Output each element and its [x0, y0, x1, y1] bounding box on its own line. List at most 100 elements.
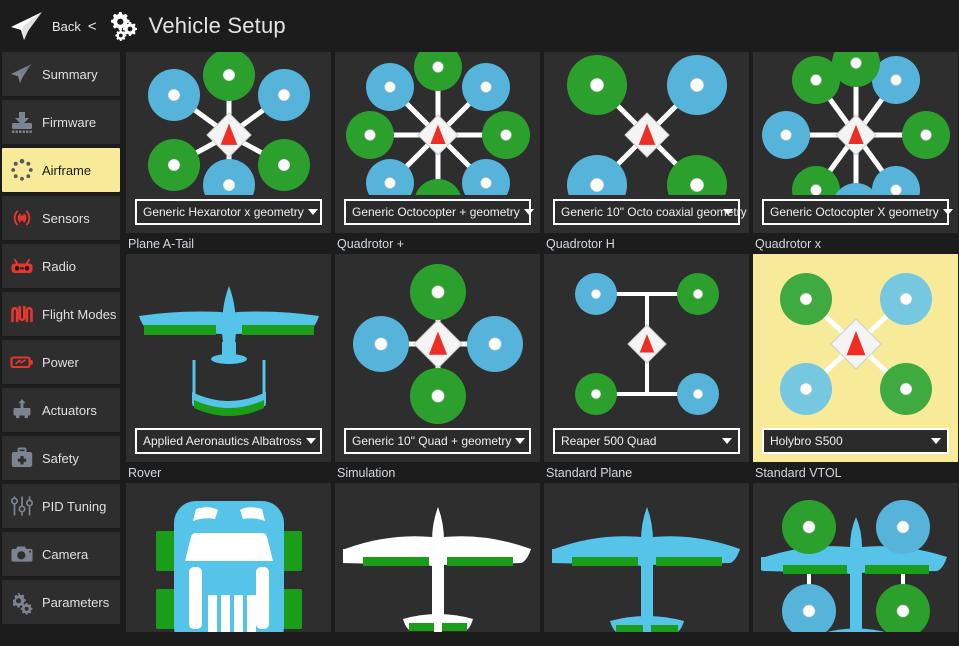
airframe-card[interactable]: Generic Octocopter + geometry	[335, 52, 540, 233]
airframe-select-value: Holybro S500	[770, 434, 927, 448]
sidebar-item-parameters[interactable]: Parameters	[2, 580, 120, 624]
airframe-group-title: Quadrotor x	[753, 233, 958, 254]
sidebar-item-sensors[interactable]: Sensors	[2, 196, 120, 240]
airframe-group-title: Plane A-Tail	[126, 233, 331, 254]
back-button-label[interactable]: Back	[52, 19, 81, 34]
top-toolbar: Back < Vehicle Setup	[0, 0, 959, 52]
sidebar-item-actuators[interactable]: Actuators	[2, 388, 120, 432]
airframe-card[interactable]: Generic 10" Quad + geometry	[335, 254, 540, 462]
camera-icon	[9, 541, 35, 567]
airframe-group-title: Standard VTOL	[753, 462, 958, 483]
sidebar-item-label: Safety	[42, 451, 79, 466]
airframe-cell: Quadrotor + Generic 10" Quad + geometry	[335, 233, 540, 462]
airframe-illustration	[341, 52, 534, 199]
back-chevron-icon[interactable]: <	[88, 18, 97, 35]
sidebar-item-label: Camera	[42, 547, 88, 562]
airframe-grid: Generic Hexarotor x geometry Generic Oct…	[126, 52, 959, 646]
airframe-cell: Generic Octocopter + geometry	[335, 52, 540, 233]
airframe-select[interactable]: Generic Octocopter + geometry	[344, 199, 531, 225]
chevron-down-icon[interactable]	[515, 438, 525, 444]
airframe-illustration	[759, 52, 952, 199]
chevron-down-icon[interactable]	[722, 438, 732, 444]
airframe-select-value: Generic Octocopter X geometry	[770, 205, 939, 219]
airframe-grid-panel: Generic Hexarotor x geometry Generic Oct…	[124, 52, 959, 646]
sidebar-item-power[interactable]: Power	[2, 340, 120, 384]
airframe-cell: Quadrotor x Holybro S500	[753, 233, 958, 462]
sidebar-item-label: Sensors	[42, 211, 90, 226]
airframe-select-value: Applied Aeronautics Albatross	[143, 434, 302, 448]
airframe-cell: Plane A-Tail Applied Aeronautics Albatro…	[126, 233, 331, 462]
airframe-select-value: Reaper 500 Quad	[561, 434, 718, 448]
airframe-select[interactable]: Generic 10" Quad + geometry	[344, 428, 531, 454]
airframe-cell: Generic Octocopter X geometry	[753, 52, 958, 233]
sidebar-item-summary[interactable]: Summary	[2, 52, 120, 96]
airframe-card[interactable]: HIL Standard VTOL QuadPlane	[753, 483, 958, 646]
paper-plane-icon	[9, 61, 35, 87]
sidebar-item-label: PID Tuning	[42, 499, 106, 514]
chevron-down-icon[interactable]	[524, 209, 534, 215]
airframe-select[interactable]: Holybro S500	[762, 428, 949, 454]
gears-icon	[107, 9, 141, 43]
airframe-card[interactable]: Generic 10" Octo coaxial geometry	[544, 52, 749, 233]
page-title: Vehicle Setup	[149, 13, 286, 39]
sliders-icon	[9, 493, 35, 519]
sidebar-item-safety[interactable]: Safety	[2, 436, 120, 480]
airframe-cell: Generic 10" Octo coaxial geometry	[544, 52, 749, 233]
airframe-illustration	[132, 260, 325, 428]
airframe-select[interactable]: Reaper 500 Quad	[553, 428, 740, 454]
airframe-select-value: Generic 10" Quad + geometry	[352, 434, 511, 448]
signal-icon	[9, 205, 35, 231]
airframe-select[interactable]: Generic 10" Octo coaxial geometry	[553, 199, 740, 225]
airframe-card[interactable]: Generic Hexarotor x geometry	[126, 52, 331, 233]
airframe-card[interactable]: Reaper 500 Quad	[544, 254, 749, 462]
sidebar-item-firmware[interactable]: Firmware	[2, 100, 120, 144]
airframe-icon	[9, 157, 35, 183]
sidebar-item-pid-tuning[interactable]: PID Tuning	[2, 484, 120, 528]
chevron-down-icon[interactable]	[931, 438, 941, 444]
airframe-select-value: Generic 10" Octo coaxial geometry	[561, 205, 747, 219]
airframe-card[interactable]: Generic Standard Plane	[544, 483, 749, 646]
airframe-card[interactable]: Applied Aeronautics Albatross	[126, 254, 331, 462]
chevron-down-icon[interactable]	[306, 438, 316, 444]
sidebar-item-label: Firmware	[42, 115, 96, 130]
airframe-cell: Quadrotor H Reaper 500 Quad	[544, 233, 749, 462]
airframe-card[interactable]: Generic Ground Vehicle (Ackermann)	[126, 483, 331, 646]
airframe-group-title: Simulation	[335, 462, 540, 483]
airframe-cell: Simulation HIL Quadcopter X	[335, 462, 540, 646]
sidebar-item-airframe[interactable]: Airframe	[2, 148, 120, 192]
airframe-group-title: Quadrotor H	[544, 233, 749, 254]
sidebar-item-camera[interactable]: Camera	[2, 532, 120, 576]
airframe-illustration	[341, 489, 534, 646]
airframe-cell: Standard VTOL HIL Standard VTOL QuadPlan…	[753, 462, 958, 646]
sidebar-item-label: Parameters	[42, 595, 109, 610]
airframe-illustration	[132, 489, 325, 646]
sidebar-item-label: Power	[42, 355, 79, 370]
airframe-card[interactable]: Holybro S500	[753, 254, 958, 462]
airframe-select[interactable]: Applied Aeronautics Albatross	[135, 428, 322, 454]
chevron-down-icon[interactable]	[943, 209, 953, 215]
radio-icon	[9, 253, 35, 279]
gears-icon	[9, 589, 35, 615]
airframe-group-title: Rover	[126, 462, 331, 483]
sidebar-item-radio[interactable]: Radio	[2, 244, 120, 288]
airframe-card[interactable]: Generic Octocopter X geometry	[753, 52, 958, 233]
setup-sidebar: Summary Firmware Airframe Sensors Radio Fligh…	[0, 52, 124, 646]
airframe-card[interactable]: HIL Quadcopter X	[335, 483, 540, 646]
sidebar-item-label: Radio	[42, 259, 76, 274]
airframe-cell: Generic Hexarotor x geometry	[126, 52, 331, 233]
airframe-illustration	[759, 260, 952, 428]
waveform-icon	[9, 301, 35, 327]
medkit-icon	[9, 445, 35, 471]
airframe-illustration	[550, 260, 743, 428]
airframe-select[interactable]: Generic Hexarotor x geometry	[135, 199, 322, 225]
actuator-icon	[9, 397, 35, 423]
airframe-select[interactable]: Generic Octocopter X geometry	[762, 199, 949, 225]
sidebar-item-flight-modes[interactable]: Flight Modes	[2, 292, 120, 336]
battery-icon	[9, 349, 35, 375]
chevron-down-icon[interactable]	[308, 209, 318, 215]
airframe-illustration	[550, 52, 743, 199]
airframe-select-value: Generic Hexarotor x geometry	[143, 205, 304, 219]
airframe-select-value: Generic Octocopter + geometry	[352, 205, 520, 219]
vehicle-setup-window: Back < Vehicle Setup Summary Firmware Airf…	[0, 0, 959, 646]
airframe-illustration	[550, 489, 743, 646]
